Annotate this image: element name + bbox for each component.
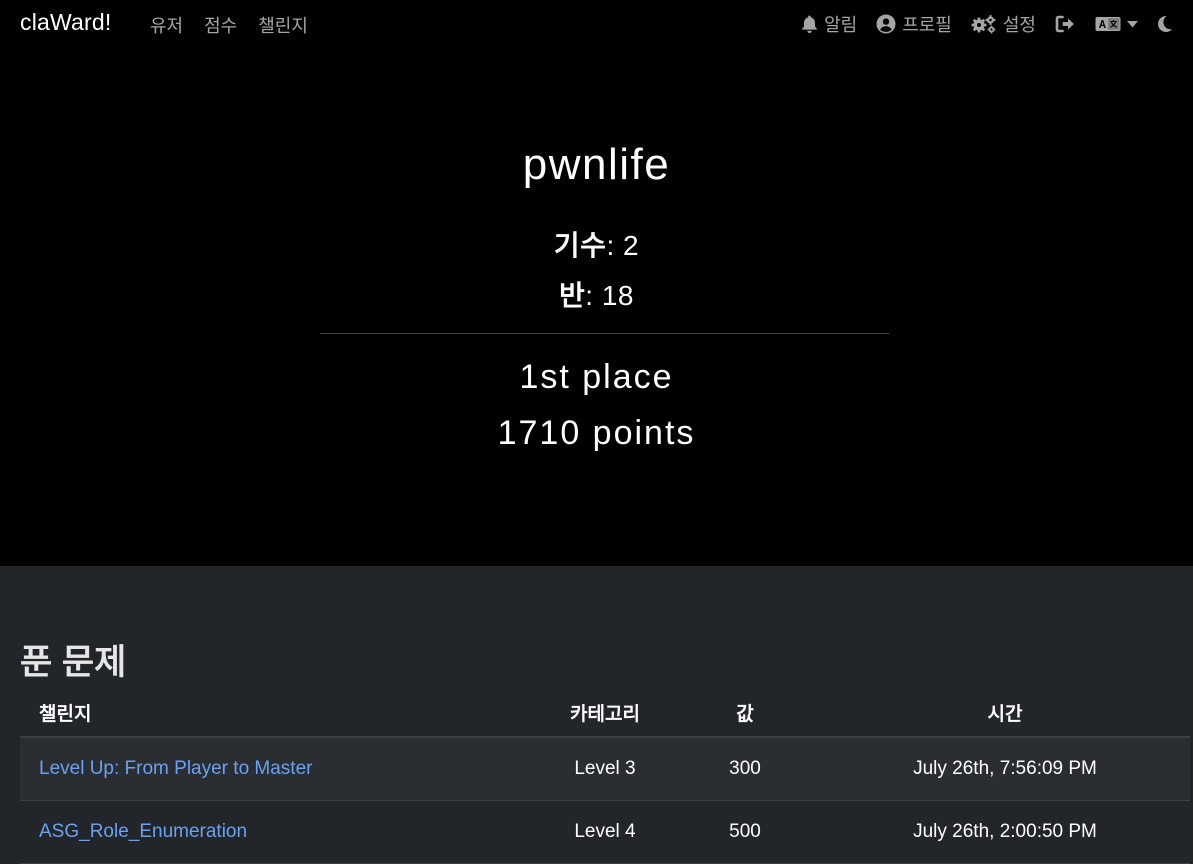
profile-class-label: 반 <box>559 280 586 311</box>
table-row: ASG_Role_Enumeration Level 4 500 July 26… <box>20 800 1190 864</box>
solves-table: 챌린지 카테고리 값 시간 Level Up: From Player to M… <box>20 688 1190 864</box>
profile-cohort-value: : 2 <box>606 230 640 261</box>
user-circle-icon <box>876 14 896 34</box>
profile-username: pwnlife <box>522 140 671 189</box>
nav-profile-label: 프로필 <box>902 15 952 35</box>
time-cell: July 26th, 7:56:09 PM <box>820 737 1190 801</box>
brand-logo-link[interactable]: claWard! <box>20 9 112 36</box>
cogs-icon <box>971 14 997 34</box>
header-challenge[interactable]: 챌린지 <box>20 688 540 738</box>
moon-icon <box>1157 15 1173 33</box>
table-row: Level Up: From Player to Master Level 3 … <box>20 737 1190 801</box>
challenge-link[interactable]: ASG_Role_Enumeration <box>39 821 247 842</box>
profile-cohort: 기수: 2 <box>0 224 1193 264</box>
nav-scoreboard-link[interactable]: 점수 <box>204 12 237 38</box>
language-icon <box>1095 16 1121 32</box>
nav-notifications-link[interactable]: 알림 <box>801 11 857 37</box>
challenge-cell: ASG_Role_Enumeration <box>20 800 540 864</box>
nav-challenges-link[interactable]: 챌린지 <box>258 12 308 38</box>
caret-down-icon <box>1127 20 1138 28</box>
profile-class: 반: 18 <box>0 274 1193 314</box>
header-value[interactable]: 값 <box>670 688 820 738</box>
nav-settings-link[interactable]: 설정 <box>971 11 1036 37</box>
nav-profile-link[interactable]: 프로필 <box>876 11 952 37</box>
header-time[interactable]: 시간 <box>820 688 1190 738</box>
nav-notifications-label: 알림 <box>824 15 858 35</box>
profile-place: 1st place <box>519 358 674 396</box>
nav-users-link[interactable]: 유저 <box>150 12 183 38</box>
nav-left: 유저 점수 챌린지 <box>150 12 308 38</box>
profile-divider <box>320 333 889 334</box>
profile-points: 1710 points <box>497 414 696 452</box>
navbar: claWard! 유저 점수 챌린지 알림 프로필 설정 <box>0 0 1193 48</box>
profile-hero: pwnlife 기수: 2 반: 18 1st place 1710 point… <box>0 48 1193 566</box>
category-cell: Level 4 <box>540 800 670 864</box>
theme-toggle[interactable] <box>1157 15 1173 33</box>
nav-logout-link[interactable] <box>1055 15 1076 33</box>
nav-language-dropdown[interactable] <box>1095 16 1138 32</box>
value-cell: 300 <box>670 737 820 801</box>
table-header-row: 챌린지 카테고리 값 시간 <box>20 688 1190 738</box>
bell-icon <box>801 15 818 34</box>
solves-title: 푼 문제 <box>20 643 127 682</box>
category-cell: Level 3 <box>540 737 670 801</box>
nav-settings-label: 설정 <box>1002 15 1036 35</box>
nav-right: 알림 프로필 설정 <box>801 11 1173 37</box>
sign-out-icon <box>1055 15 1076 33</box>
profile-cohort-label: 기수 <box>553 230 607 261</box>
time-cell: July 26th, 2:00:50 PM <box>820 800 1190 864</box>
header-category[interactable]: 카테고리 <box>540 688 670 738</box>
profile-class-value: : 18 <box>585 280 634 311</box>
challenge-link[interactable]: Level Up: From Player to Master <box>39 758 312 779</box>
value-cell: 500 <box>670 800 820 864</box>
challenge-cell: Level Up: From Player to Master <box>20 737 540 801</box>
